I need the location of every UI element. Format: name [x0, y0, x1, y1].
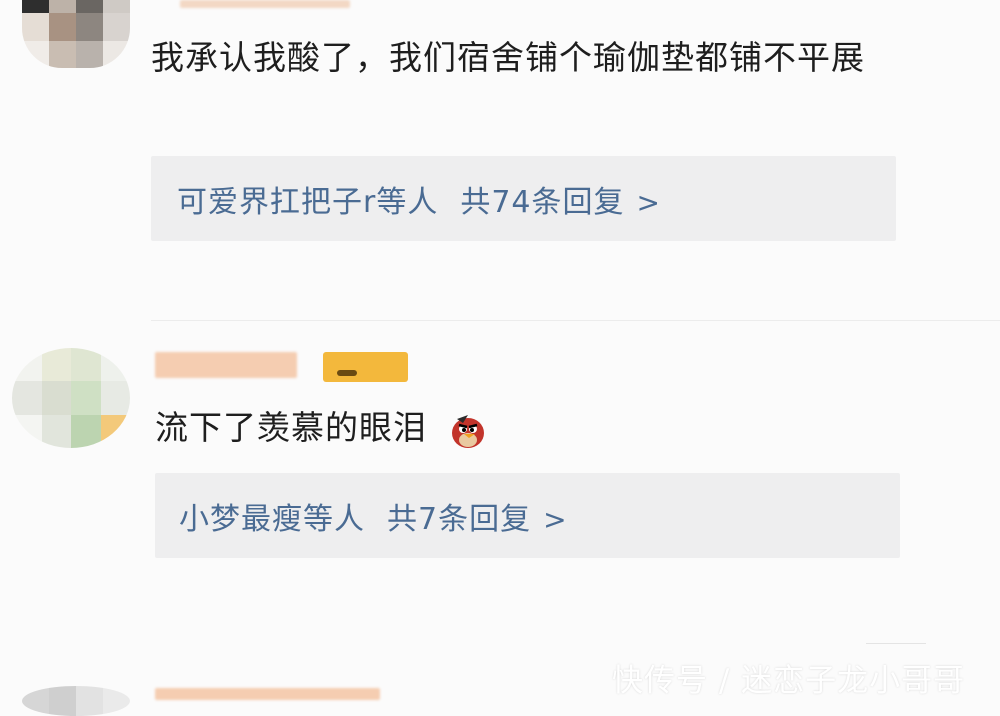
- comment-text: 流下了羡慕的眼泪: [155, 404, 755, 453]
- reply-summary[interactable]: 可爱界扛把子r等人 共74条回复 >: [151, 156, 896, 241]
- chevron-right-icon[interactable]: >: [637, 186, 661, 219]
- angry-bird-emoji: [445, 407, 491, 453]
- avatar[interactable]: [22, 0, 130, 68]
- reply-count[interactable]: 共7条回复: [387, 502, 531, 537]
- divider: [151, 320, 1000, 321]
- chevron-right-icon[interactable]: >: [543, 503, 567, 536]
- watermark: 快传号 / 迷恋子龙小哥哥: [612, 663, 966, 699]
- comment-text: 我承认我酸了，我们宿舍铺个瑜伽垫都铺不平展: [151, 38, 865, 77]
- username-blurred[interactable]: [180, 0, 350, 8]
- avatar[interactable]: [12, 348, 130, 448]
- avatar[interactable]: [22, 686, 130, 716]
- level-badge: [323, 352, 408, 382]
- divider: [866, 643, 926, 644]
- reply-users-link[interactable]: 小梦最瘦等人: [179, 502, 365, 537]
- username-blurred[interactable]: [155, 688, 380, 700]
- username-blurred[interactable]: [155, 352, 297, 378]
- reply-users-link[interactable]: 可爱界扛把子r等人: [177, 185, 438, 220]
- reply-count[interactable]: 共74条回复: [460, 185, 624, 220]
- reply-summary[interactable]: 小梦最瘦等人 共7条回复 >: [155, 473, 900, 558]
